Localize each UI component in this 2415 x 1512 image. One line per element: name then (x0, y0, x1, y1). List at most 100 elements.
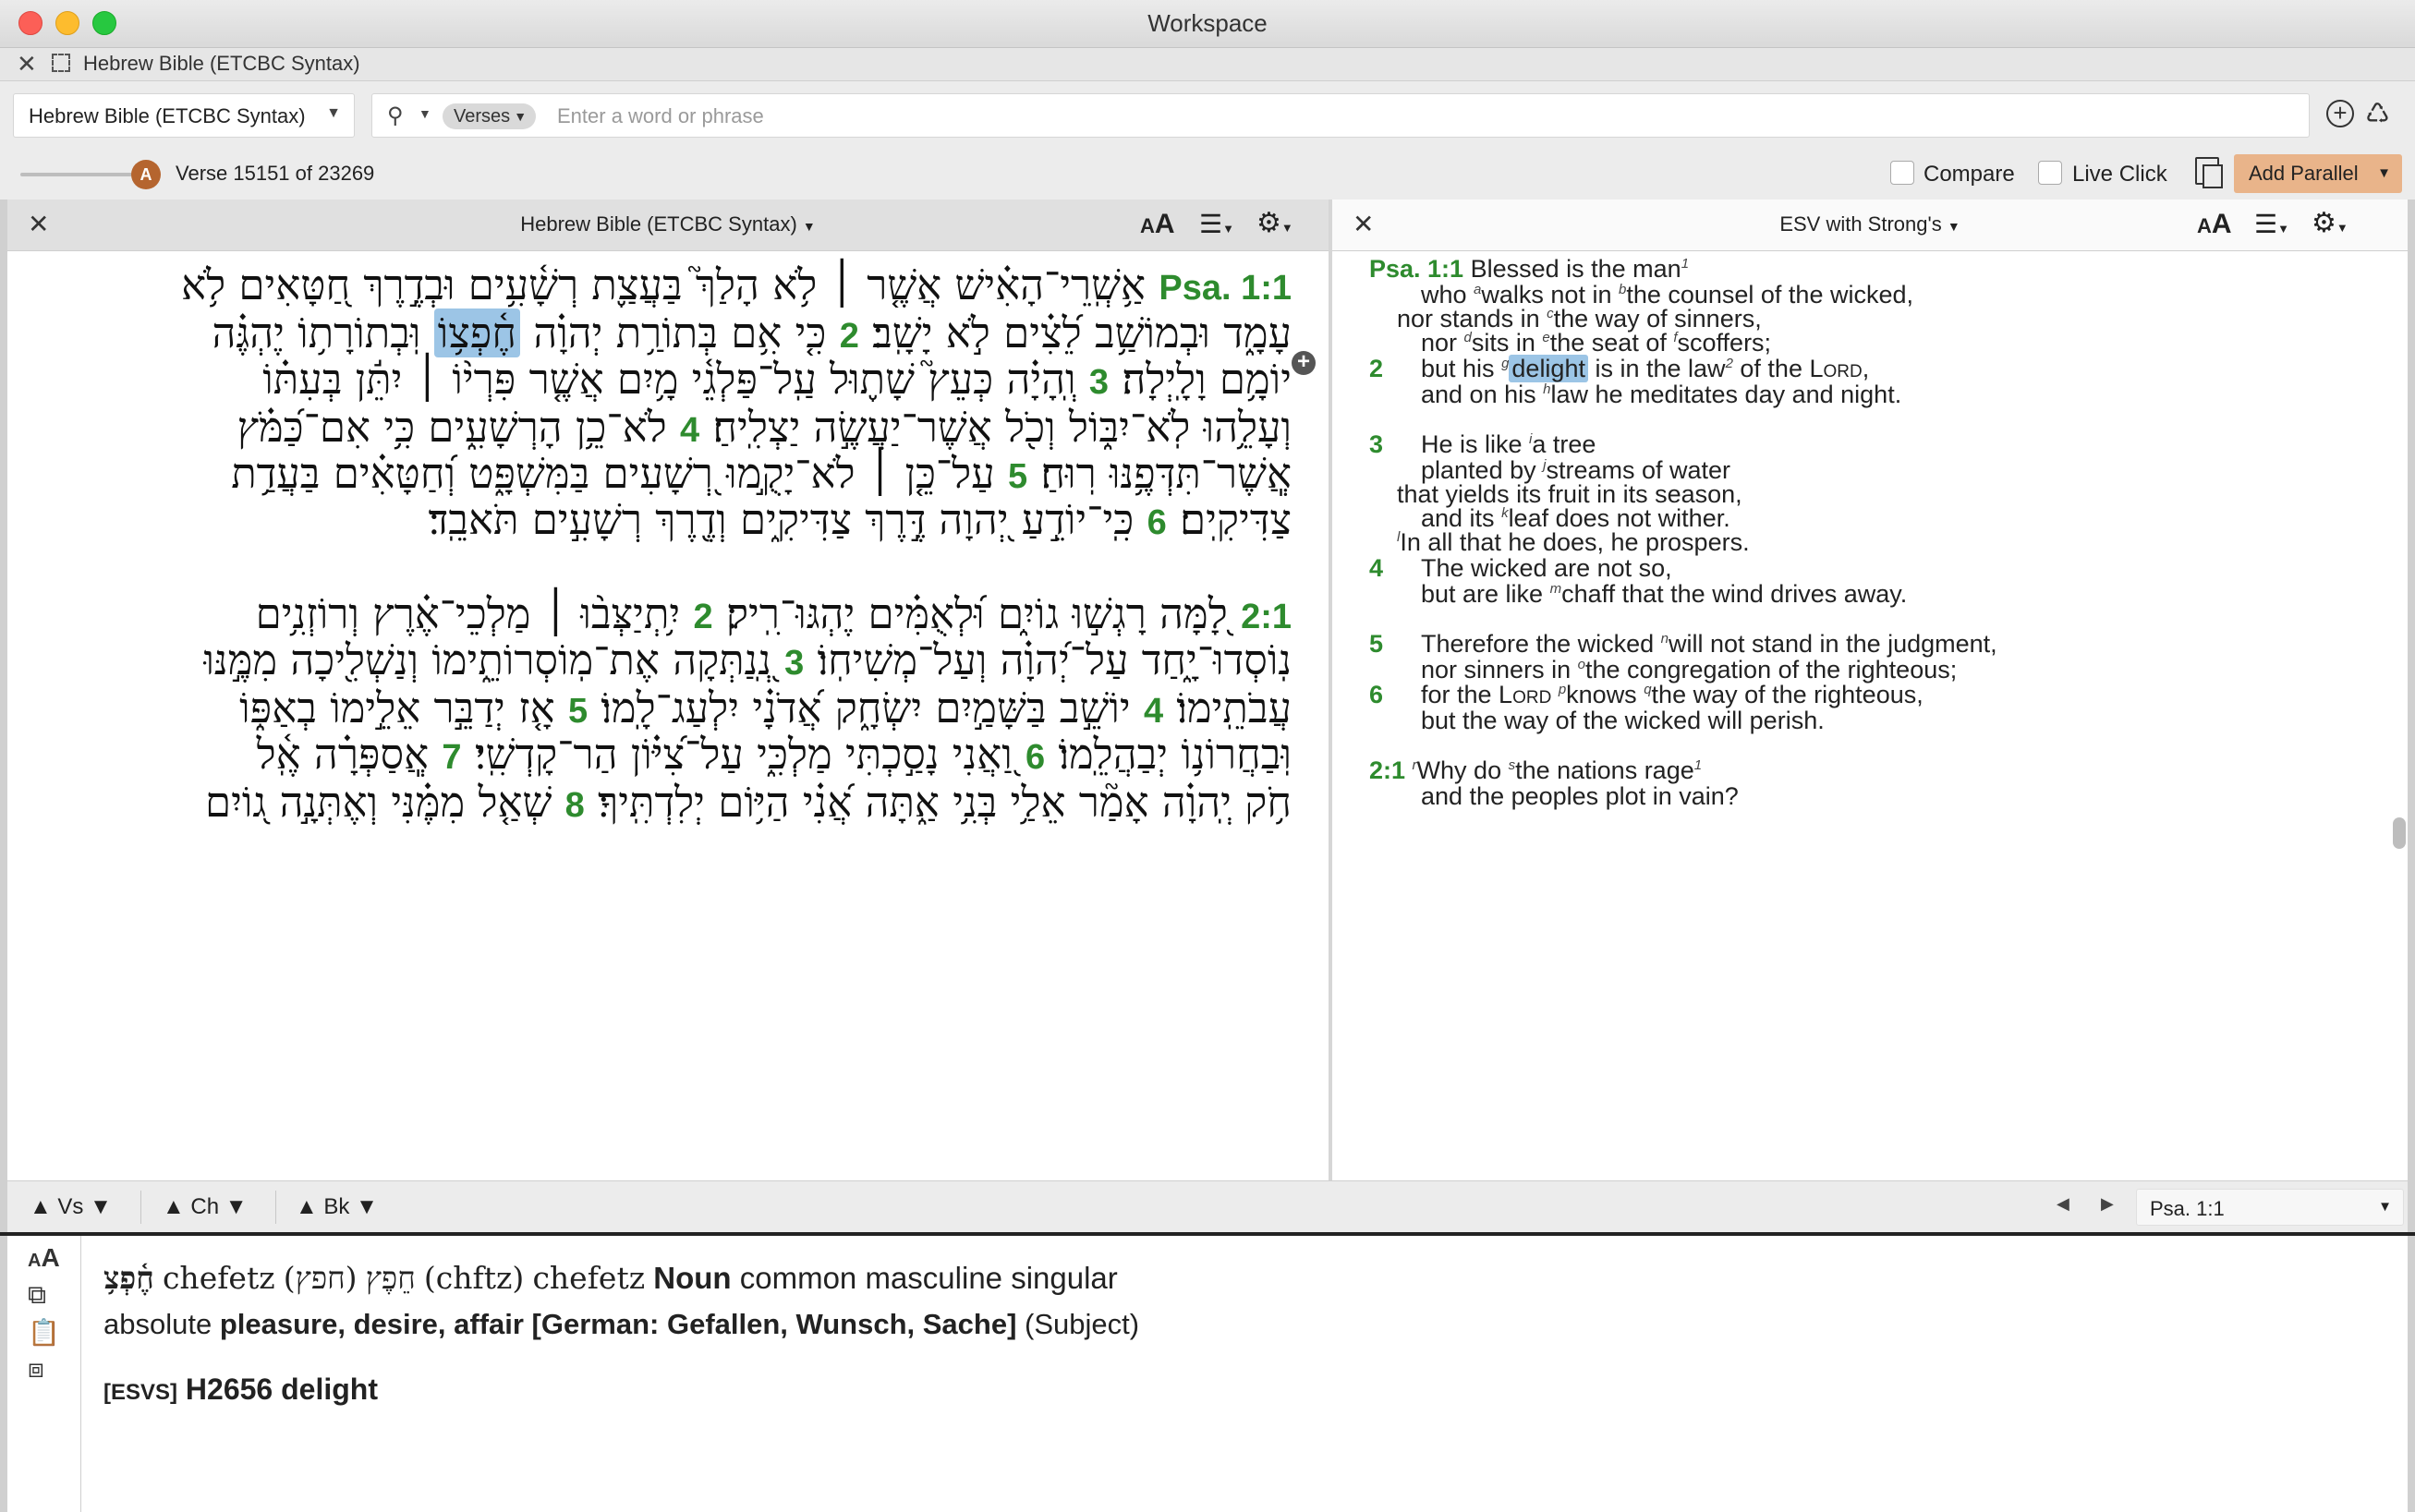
copy-icon[interactable]: ⧉ (28, 1280, 46, 1311)
list-format-icon[interactable]: ☰▼ (1199, 209, 1234, 239)
hebrew-text[interactable]: עֲבֹתֵֽימוֹ׃ (1163, 683, 1292, 732)
hebrew-text[interactable]: עָמָ֑ד וּבְמוֹשַׁ֥ב לֵ֝צִ֗ים לֹ֣א יָשָֽׁ… (859, 308, 1292, 357)
verse-number[interactable]: 4 (680, 411, 699, 450)
esv-text[interactable]: knows (1566, 681, 1644, 708)
esv-text[interactable]: sits in (1472, 329, 1543, 357)
verse-number[interactable]: 8 (565, 786, 585, 825)
verse-slider-knob[interactable]: A (131, 160, 161, 189)
esv-text[interactable]: and on his (1421, 381, 1543, 408)
esv-text[interactable]: is in the law (1588, 355, 1725, 382)
scope-selector[interactable]: Verses ▼ (443, 103, 537, 129)
verse-number[interactable]: 6 (1369, 681, 1421, 709)
esv-text[interactable]: Therefore the wicked (1421, 630, 1661, 658)
esv-text[interactable]: The wicked are not so, (1421, 554, 1672, 582)
compare-checkbox[interactable] (1890, 161, 1914, 185)
gear-icon[interactable]: ⚙▼ (2312, 207, 2348, 239)
hebrew-text[interactable]: וּֽבְתוֹרָת֥וֹ יֶהְגֶּ֗ה (212, 308, 433, 357)
hebrew-text[interactable]: נֽוֹסְדוּ־יָ֑חַד עַל־יְ֝הוָ֗ה וְעַל־מְשִ… (804, 635, 1292, 684)
footnote-marker[interactable]: n (1661, 631, 1669, 647)
hebrew-text[interactable]: צַדִּיקִֽים׃ (1167, 495, 1292, 544)
hebrew-text[interactable]: יוֹשֵׁ֣ב בַּשָּׁמַ֣יִם יִשְׂחָ֑ק אֲ֝דֹנָ… (588, 683, 1144, 732)
windows-icon[interactable]: ⧈ (28, 1354, 44, 1385)
compare-label[interactable]: Compare (1924, 162, 2015, 187)
esv-text[interactable]: chaff that the wind drives away. (1561, 580, 1907, 608)
recycle-icon[interactable]: ♺ (2365, 98, 2390, 130)
footnote-marker[interactable]: c (1547, 306, 1554, 321)
verse-number[interactable]: 5 (568, 692, 588, 731)
verse-nav[interactable]: ▲ Vs ▼ (30, 1194, 112, 1220)
esv-text[interactable]: the seat of (1550, 329, 1674, 357)
hebrew-text[interactable]: שְׁאַ֤ל מִמֶּ֗נִּי וְאֶתְּנָ֣ה ג֭וֹיִם (205, 778, 565, 827)
hebrew-text[interactable]: וְעָלֵ֥הוּ לֹֽא־יִבּ֑וֹל וְכֹ֖ל אֲשֶׁר־י… (699, 403, 1292, 452)
esv-text[interactable]: of the (1733, 355, 1810, 382)
hebrew-text[interactable]: לָ֭מָּה רָגְשׁ֣וּ גוֹיִ֑ם וּ֝לְאֻמִּ֗ים … (713, 589, 1241, 638)
esv-panel-title[interactable]: ESV with Strong's ▼ (1332, 212, 2408, 236)
esv-text[interactable]: a tree (1532, 430, 1596, 458)
footnote-marker[interactable]: k (1501, 505, 1509, 521)
verse-number[interactable]: 5 (1369, 630, 1421, 659)
add-note-icon[interactable]: + (1292, 351, 1316, 375)
verse-number[interactable]: 2 (1369, 355, 1421, 383)
font-size-icon[interactable]: AA (1140, 209, 1175, 240)
live-click-label[interactable]: Live Click (2072, 162, 2167, 187)
footnote-marker[interactable]: d (1464, 330, 1472, 345)
add-parallel-button[interactable]: Add Parallel ▼ (2234, 154, 2402, 193)
book-nav[interactable]: ▲ Bk ▼ (296, 1194, 378, 1220)
verse-number[interactable]: 2:1 (1241, 598, 1292, 636)
footnote-marker[interactable]: 1 (1681, 256, 1689, 272)
esv-text[interactable]: but are like (1421, 580, 1550, 608)
verse-number[interactable]: 2 (840, 317, 859, 356)
esv-text[interactable]: will not stand in the judgment, (1669, 630, 1997, 658)
esv-text[interactable]: scoffers; (1678, 329, 1772, 357)
esv-text[interactable]: the congregation of the righteous; (1585, 656, 1957, 683)
verse-number[interactable]: 2 (694, 598, 713, 636)
esv-text[interactable]: the way of the righteous, (1652, 681, 1924, 708)
verse-number[interactable]: 6 (1147, 503, 1167, 542)
search-input[interactable] (557, 101, 2266, 132)
esv-text[interactable]: but his (1421, 355, 1501, 382)
hebrew-text[interactable]: יִ֥תְיַצְּב֨וּ ׀ מַלְכֵי־אֶ֗רֶץ וְרוֹזְנ… (256, 589, 694, 638)
footnote-marker[interactable]: q (1644, 682, 1651, 697)
esv-text[interactable]: and the peoples plot in vain? (1421, 782, 1739, 810)
close-tab-icon[interactable]: ✕ (17, 50, 37, 79)
lord-text[interactable]: Lord (1499, 681, 1551, 708)
scrollbar-thumb[interactable] (2393, 817, 2406, 849)
verse-number[interactable]: 3 (1369, 430, 1421, 459)
chevron-down-icon[interactable]: ▼ (419, 106, 431, 121)
footnote-marker[interactable]: s (1509, 757, 1516, 773)
list-format-icon[interactable]: ☰▼ (2254, 209, 2289, 239)
highlighted-word[interactable]: חֶ֫פְצ֥וֹ (433, 308, 521, 357)
lord-text[interactable]: Lord (1809, 355, 1862, 382)
hebrew-text[interactable]: נְֽ֭נַתְּקָה אֶת־מֽוֹסְרוֹתֵ֑ימוֹ וְנַשְ… (204, 635, 785, 684)
hebrew-text[interactable]: אֲ‍ֽשֶׁר־תִּדְּפֶ֥נּוּ רֽוּחַ׃ (1027, 449, 1292, 498)
hebrew-text-pane[interactable]: + Psa. 1:1 אַ֥שְֽׁרֵי־הָאִ֗ישׁ אֲשֶׁ֤ר ׀… (7, 251, 1329, 1180)
hebrew-text[interactable]: אָ֤ז יְדַבֵּ֣ר אֵלֵ֣ימוֹ בְאַפּ֑וֹ (239, 683, 568, 732)
hebrew-text[interactable]: אֲֽסַפְּרָ֗ה אֶֽ֫ל (257, 730, 443, 779)
esv-text[interactable]: In all that he does, he prospers. (1400, 528, 1749, 556)
esv-text[interactable]: Why do (1417, 756, 1509, 784)
chapter-nav[interactable]: ▲ Ch ▼ (163, 1194, 248, 1220)
footnote-marker[interactable]: 1 (1694, 757, 1702, 773)
esv-text[interactable]: nor (1421, 329, 1464, 357)
next-icon[interactable]: ▶ (2101, 1194, 2114, 1214)
footnote-marker[interactable]: m (1550, 581, 1562, 597)
hebrew-text[interactable]: וּֽבַחֲרוֹנ֥וֹ יְבַהֲלֵֽמוֹ׃ (1045, 730, 1292, 779)
live-click-checkbox[interactable] (2038, 161, 2062, 185)
clipboard-icon[interactable]: 📋 (28, 1317, 60, 1348)
hebrew-text[interactable]: וַ֭אֲנִי נָסַ֣כְתִּי מַלְכִּ֑י עַל־צִ֝יּ… (462, 730, 1025, 779)
footnote-marker[interactable]: p (1559, 682, 1566, 697)
hebrew-text[interactable]: כִּ֤י אִ֥ם בְּתוֹרַ֥ת יְהוָ֗ה (520, 308, 840, 357)
verse-number[interactable]: 7 (442, 738, 461, 777)
font-size-icon[interactable]: AA (2197, 209, 2232, 240)
footnote-marker[interactable]: 2 (1726, 356, 1733, 371)
highlighted-word[interactable]: delight (1509, 355, 1588, 382)
hebrew-text[interactable]: אַ֥שְֽׁרֵי־הָאִ֗ישׁ אֲשֶׁ֤ר ׀ לֹ֥א הָלַך… (181, 260, 1159, 309)
expand-icon[interactable] (52, 54, 70, 72)
esv-text[interactable]: He is like (1421, 430, 1529, 458)
hebrew-text[interactable]: לֹא־כֵ֥ן הָרְשָׁעִ֑ים כִּ֥י אִם־כַּ֝מֹּ֗… (237, 403, 680, 452)
add-icon[interactable]: + (2326, 100, 2354, 127)
resource-selector[interactable]: Hebrew Bible (ETCBC Syntax) ▼ (13, 93, 355, 138)
strongs-number[interactable]: H2656 (186, 1373, 273, 1406)
verse-number[interactable]: 2:1 (1369, 756, 1405, 784)
esv-text[interactable]: for the (1421, 681, 1499, 708)
